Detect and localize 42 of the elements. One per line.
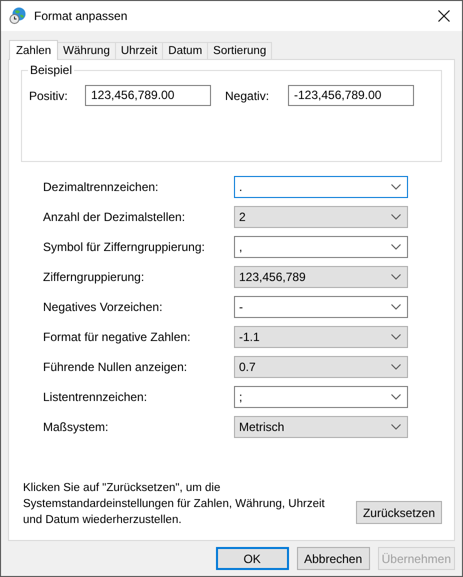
setting-label: Führende Nullen anzeigen: — [43, 360, 188, 374]
caret-icon — [391, 244, 401, 250]
tab[interactable]: Sortierung — [207, 42, 272, 59]
setting-label: Listentrennzeichen: — [43, 390, 148, 404]
dropdown[interactable]: 2 — [234, 206, 408, 228]
dropdown[interactable]: 123,456,789 — [234, 266, 408, 288]
setting-label: Dezimaltrennzeichen: — [43, 180, 160, 194]
setting-label: Symbol für Zifferngruppierung: — [43, 240, 206, 254]
field-label: Positiv: — [29, 88, 69, 102]
dialog-button[interactable]: OK — [216, 547, 289, 570]
caret-icon — [391, 364, 401, 370]
field-label: Negativ: — [225, 88, 270, 102]
caret-icon — [391, 304, 401, 310]
setting-label: Zifferngruppierung: — [43, 270, 146, 284]
window-title: Format anpassen — [34, 9, 128, 23]
dropdown[interactable]: - — [234, 296, 408, 318]
caret-icon — [391, 184, 401, 190]
reset-button[interactable]: Zurücksetzen — [356, 501, 442, 524]
setting-label: Format für negative Zahlen: — [43, 330, 192, 344]
caret-icon — [391, 274, 401, 280]
setting-label: Maßsystem: — [43, 420, 110, 434]
caret-icon — [391, 424, 401, 430]
dropdown[interactable]: Metrisch — [234, 416, 408, 438]
dialog-button[interactable]: Abbrechen — [296, 547, 370, 570]
dropdown[interactable]: 0.7 — [234, 356, 408, 378]
reset-description: Klicken Sie auf "Zurücksetzen", um die Systemstandardeinstellungen für Zahlen, Währung, Uhrzeit und Datum wiederherzustellen. — [23, 481, 326, 528]
globe-clock-icon — [9, 7, 27, 25]
tab[interactable]: Währung — [57, 42, 116, 59]
dropdown[interactable]: ; — [234, 386, 408, 408]
caret-icon — [391, 334, 401, 340]
setting-label: Anzahl der Dezimalstellen: — [43, 210, 186, 224]
example-field: -123,456,789.00 — [288, 85, 414, 106]
caret-icon — [391, 394, 401, 400]
dropdown[interactable]: . — [234, 176, 408, 198]
dropdown[interactable]: -1.1 — [234, 326, 408, 348]
setting-label: Negatives Vorzeichen: — [43, 300, 164, 314]
caret-icon — [391, 214, 401, 220]
dropdown[interactable]: , — [234, 236, 408, 258]
tab[interactable]: Zahlen — [9, 40, 58, 60]
group-title: Beispiel — [28, 63, 74, 77]
close-icon[interactable] — [438, 10, 450, 22]
example-field: 123,456,789.00 — [85, 85, 211, 106]
